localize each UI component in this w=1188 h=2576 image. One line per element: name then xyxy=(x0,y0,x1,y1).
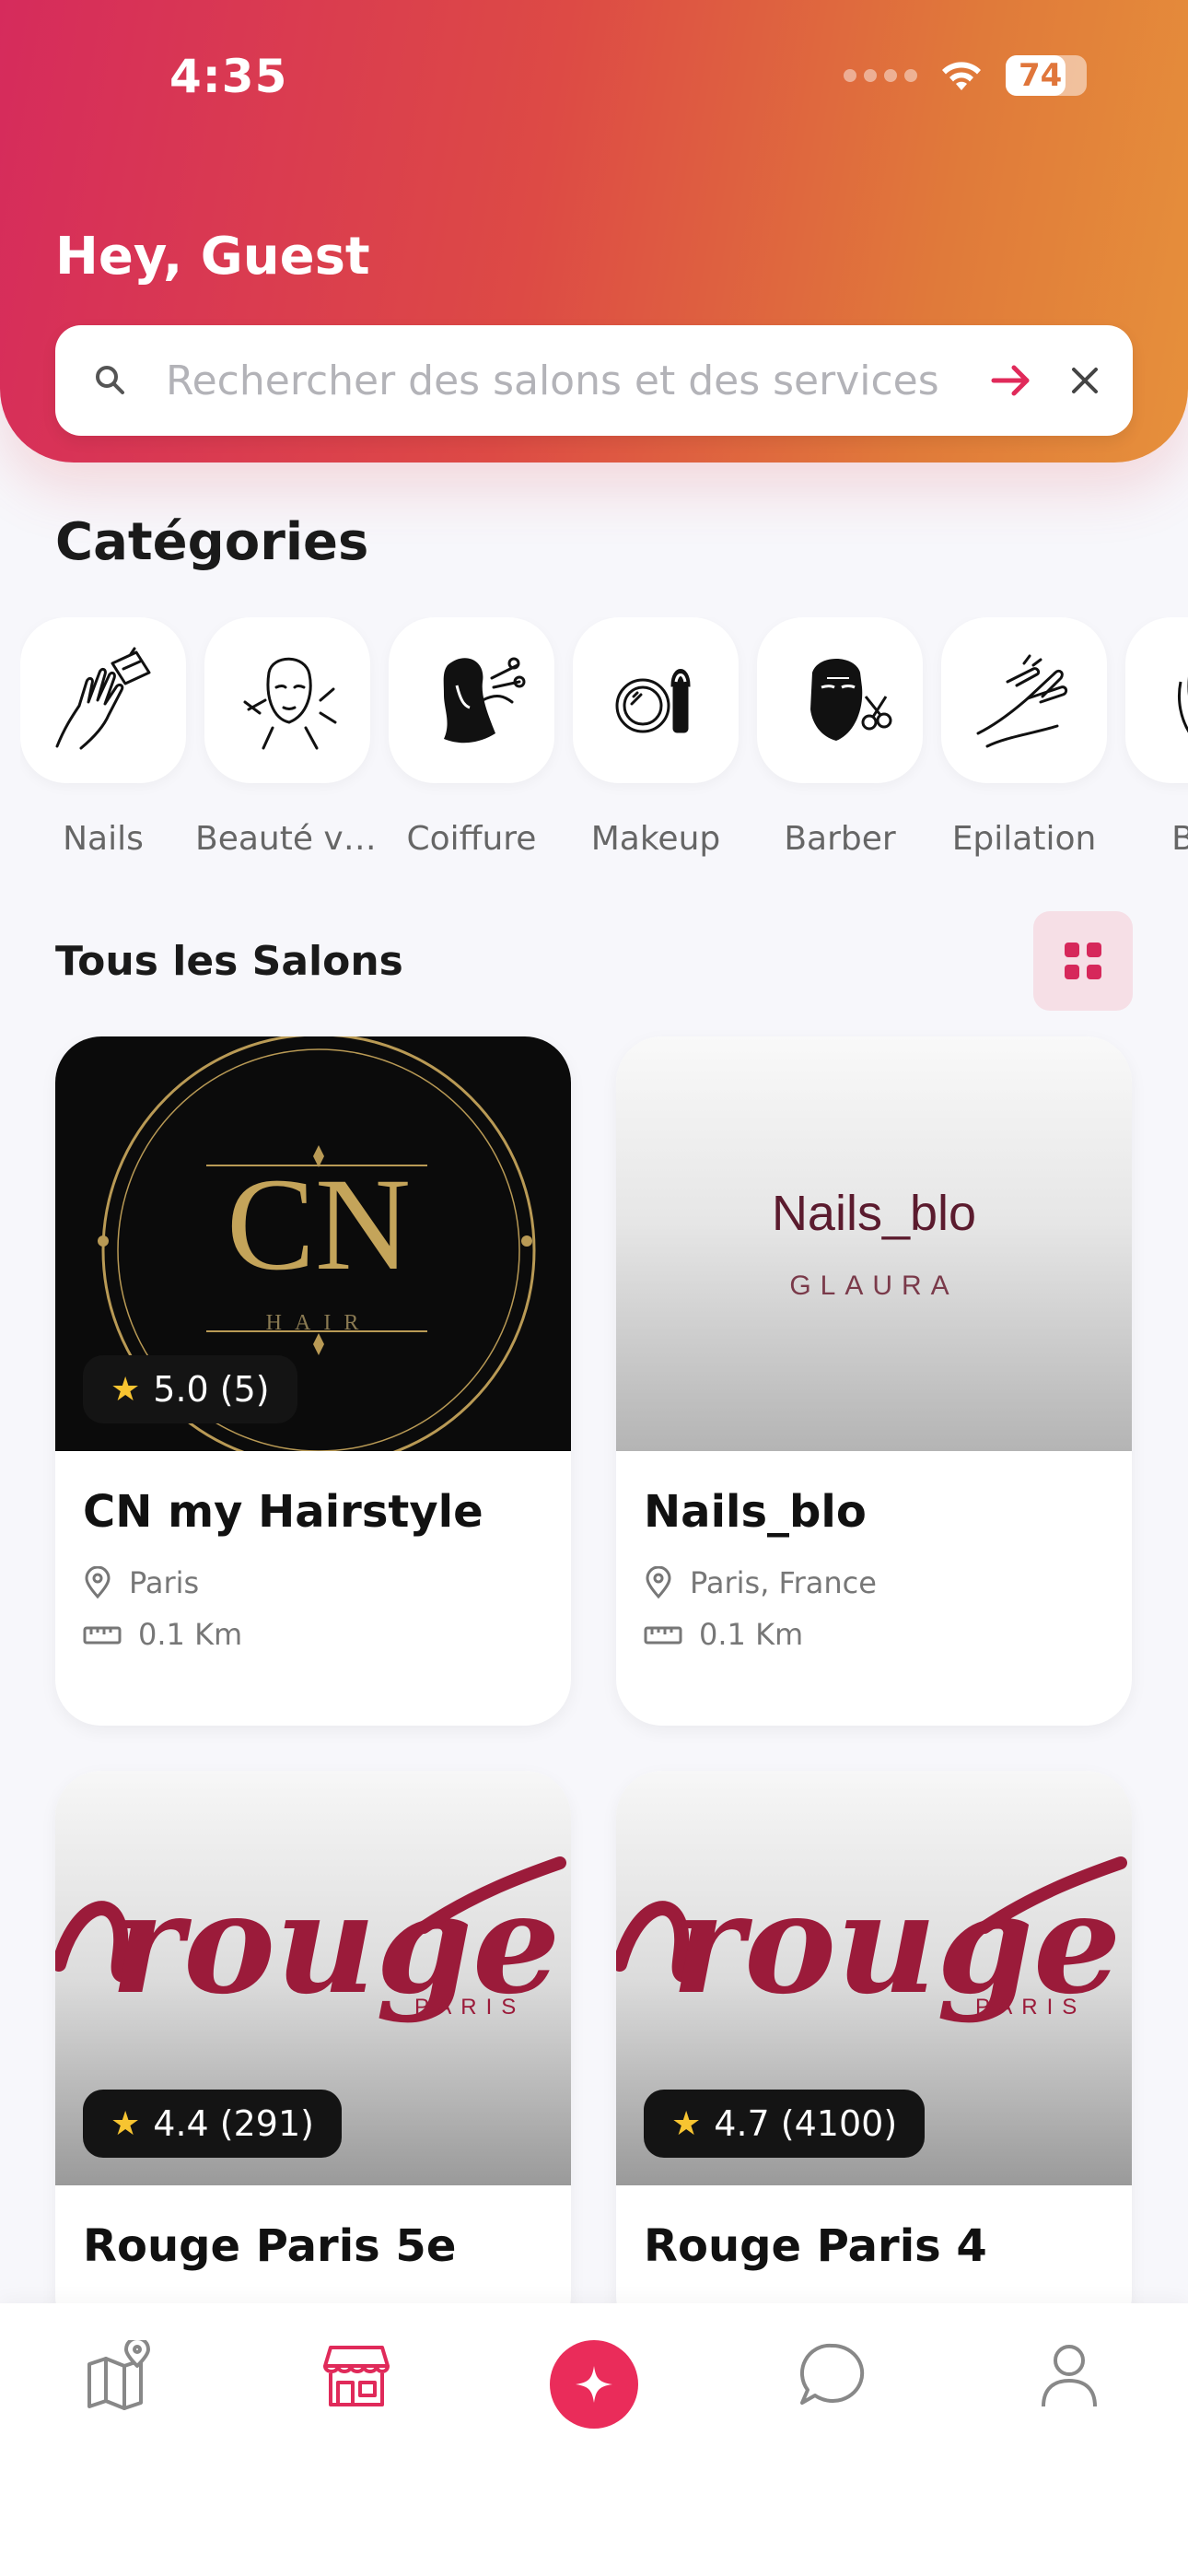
salon-name: Nails_blo xyxy=(644,1486,867,1538)
salons-title: Tous les Salons xyxy=(55,937,403,985)
salon-card[interactable]: CN HAIR ★ 5.0 (5) CN my Hairstyle Paris … xyxy=(55,1036,571,1726)
hair-icon xyxy=(443,657,526,744)
salons-header: Tous les Salons xyxy=(55,910,1133,1012)
category-makeup[interactable]: Makeup xyxy=(573,617,739,858)
store-icon xyxy=(323,2346,390,2406)
salon-card[interactable]: rouge PARIS ★ 4.4 (291) Rouge Paris 5e xyxy=(55,1771,571,2342)
clear-search-icon[interactable] xyxy=(1048,364,1122,397)
svg-text:HAIR: HAIR xyxy=(266,1311,372,1335)
grid-view-button[interactable] xyxy=(1033,911,1133,1011)
makeup-icon xyxy=(615,669,691,733)
svg-text:PARIS: PARIS xyxy=(414,1995,525,2020)
salon-card[interactable]: Nails_blo GLAURA Nails_blo Paris, France… xyxy=(616,1036,1132,1726)
rating-badge: ★ 4.4 (291) xyxy=(83,2090,342,2158)
salon-distance: 0.1 Km xyxy=(83,1617,543,1652)
category-wellness[interactable]: Bien xyxy=(1125,617,1188,858)
salon-location: Paris xyxy=(83,1565,543,1600)
categories-title: Catégories xyxy=(55,512,369,572)
category-label: Nails xyxy=(63,820,144,858)
nav-chat[interactable] xyxy=(758,2340,905,2576)
salon-name: Rouge Paris 4 xyxy=(644,2220,987,2272)
search-input[interactable] xyxy=(166,357,974,404)
search-icon xyxy=(55,362,166,399)
cellular-signal-icon xyxy=(844,69,917,82)
rating-badge: ★ 5.0 (5) xyxy=(83,1355,297,1423)
user-icon xyxy=(1042,2345,1097,2407)
status-time: 4:35 xyxy=(169,50,288,103)
svg-text:GLAURA: GLAURA xyxy=(789,1270,958,1301)
categories-carousel[interactable]: Nails Beauté vi… Coiffure Makeup Barber … xyxy=(20,617,1188,875)
location-pin-icon xyxy=(646,1566,671,1599)
face-beauty-icon xyxy=(243,657,337,750)
sparkle-button[interactable] xyxy=(550,2340,638,2429)
status-bar-right: 74 xyxy=(844,55,1087,96)
epilation-icon xyxy=(976,654,1068,748)
star-icon: ★ xyxy=(111,1370,141,1409)
category-label: Epilation xyxy=(951,820,1097,858)
nav-profile[interactable] xyxy=(996,2340,1143,2576)
ruler-icon xyxy=(83,1626,122,1645)
category-label: Barber xyxy=(784,820,896,858)
rating-badge: ★ 4.7 (4100) xyxy=(644,2090,926,2158)
battery-icon: 74 xyxy=(1006,55,1087,96)
star-icon: ★ xyxy=(671,2104,702,2143)
grid-icon xyxy=(1065,943,1101,979)
chat-bubble-icon xyxy=(800,2343,865,2405)
salon-image: Nails_blo GLAURA xyxy=(616,1036,1132,1451)
nav-map[interactable] xyxy=(45,2340,192,2576)
svg-text:PARIS: PARIS xyxy=(975,1995,1086,2020)
wifi-icon xyxy=(942,62,981,90)
star-icon: ★ xyxy=(111,2104,141,2143)
nav-salons[interactable] xyxy=(283,2340,430,2576)
location-pin-icon xyxy=(85,1566,111,1599)
sparkle-icon xyxy=(576,2366,612,2403)
greeting: Hey, Guest xyxy=(55,227,370,287)
category-hair[interactable]: Coiffure xyxy=(389,617,554,858)
salon-location: Paris, France xyxy=(644,1565,1104,1600)
salon-card[interactable]: rouge PARIS ★ 4.7 (4100) Rouge Paris 4 xyxy=(616,1771,1132,2342)
salon-name: CN my Hairstyle xyxy=(83,1486,483,1538)
nails-blo-logo: Nails_blo GLAURA xyxy=(772,1186,976,1301)
svg-text:Nails_blo: Nails_blo xyxy=(772,1186,976,1241)
battery-level: 74 xyxy=(1019,57,1063,94)
nav-center[interactable] xyxy=(520,2340,668,2576)
barber-icon xyxy=(810,659,892,741)
salon-image: rouge PARIS ★ 4.4 (291) xyxy=(55,1771,571,2185)
ruler-icon xyxy=(644,1626,682,1645)
category-label: Coiffure xyxy=(406,820,537,858)
map-pin-icon xyxy=(87,2340,150,2410)
bottom-nav xyxy=(0,2303,1188,2576)
salon-distance: 0.1 Km xyxy=(644,1617,1104,1652)
header: 4:35 74 Hey, Guest xyxy=(0,0,1188,463)
salon-image: rouge PARIS ★ 4.7 (4100) xyxy=(616,1771,1132,2185)
search-bar[interactable] xyxy=(55,325,1133,436)
wellness-icon xyxy=(1177,677,1188,733)
salon-name: Rouge Paris 5e xyxy=(83,2220,457,2272)
svg-text:CN: CN xyxy=(227,1152,411,1298)
category-label: Makeup xyxy=(590,820,721,858)
category-nails[interactable]: Nails xyxy=(20,617,186,858)
search-submit-arrow-icon[interactable] xyxy=(974,362,1048,399)
category-epilation[interactable]: Epilation xyxy=(941,617,1107,858)
salon-image: CN HAIR ★ 5.0 (5) xyxy=(55,1036,571,1451)
category-face-beauty[interactable]: Beauté vi… xyxy=(195,617,379,858)
nails-icon xyxy=(55,647,151,750)
category-label: Bien xyxy=(1116,820,1188,858)
category-barber[interactable]: Barber xyxy=(757,617,923,858)
category-label: Beauté vi… xyxy=(195,820,379,858)
